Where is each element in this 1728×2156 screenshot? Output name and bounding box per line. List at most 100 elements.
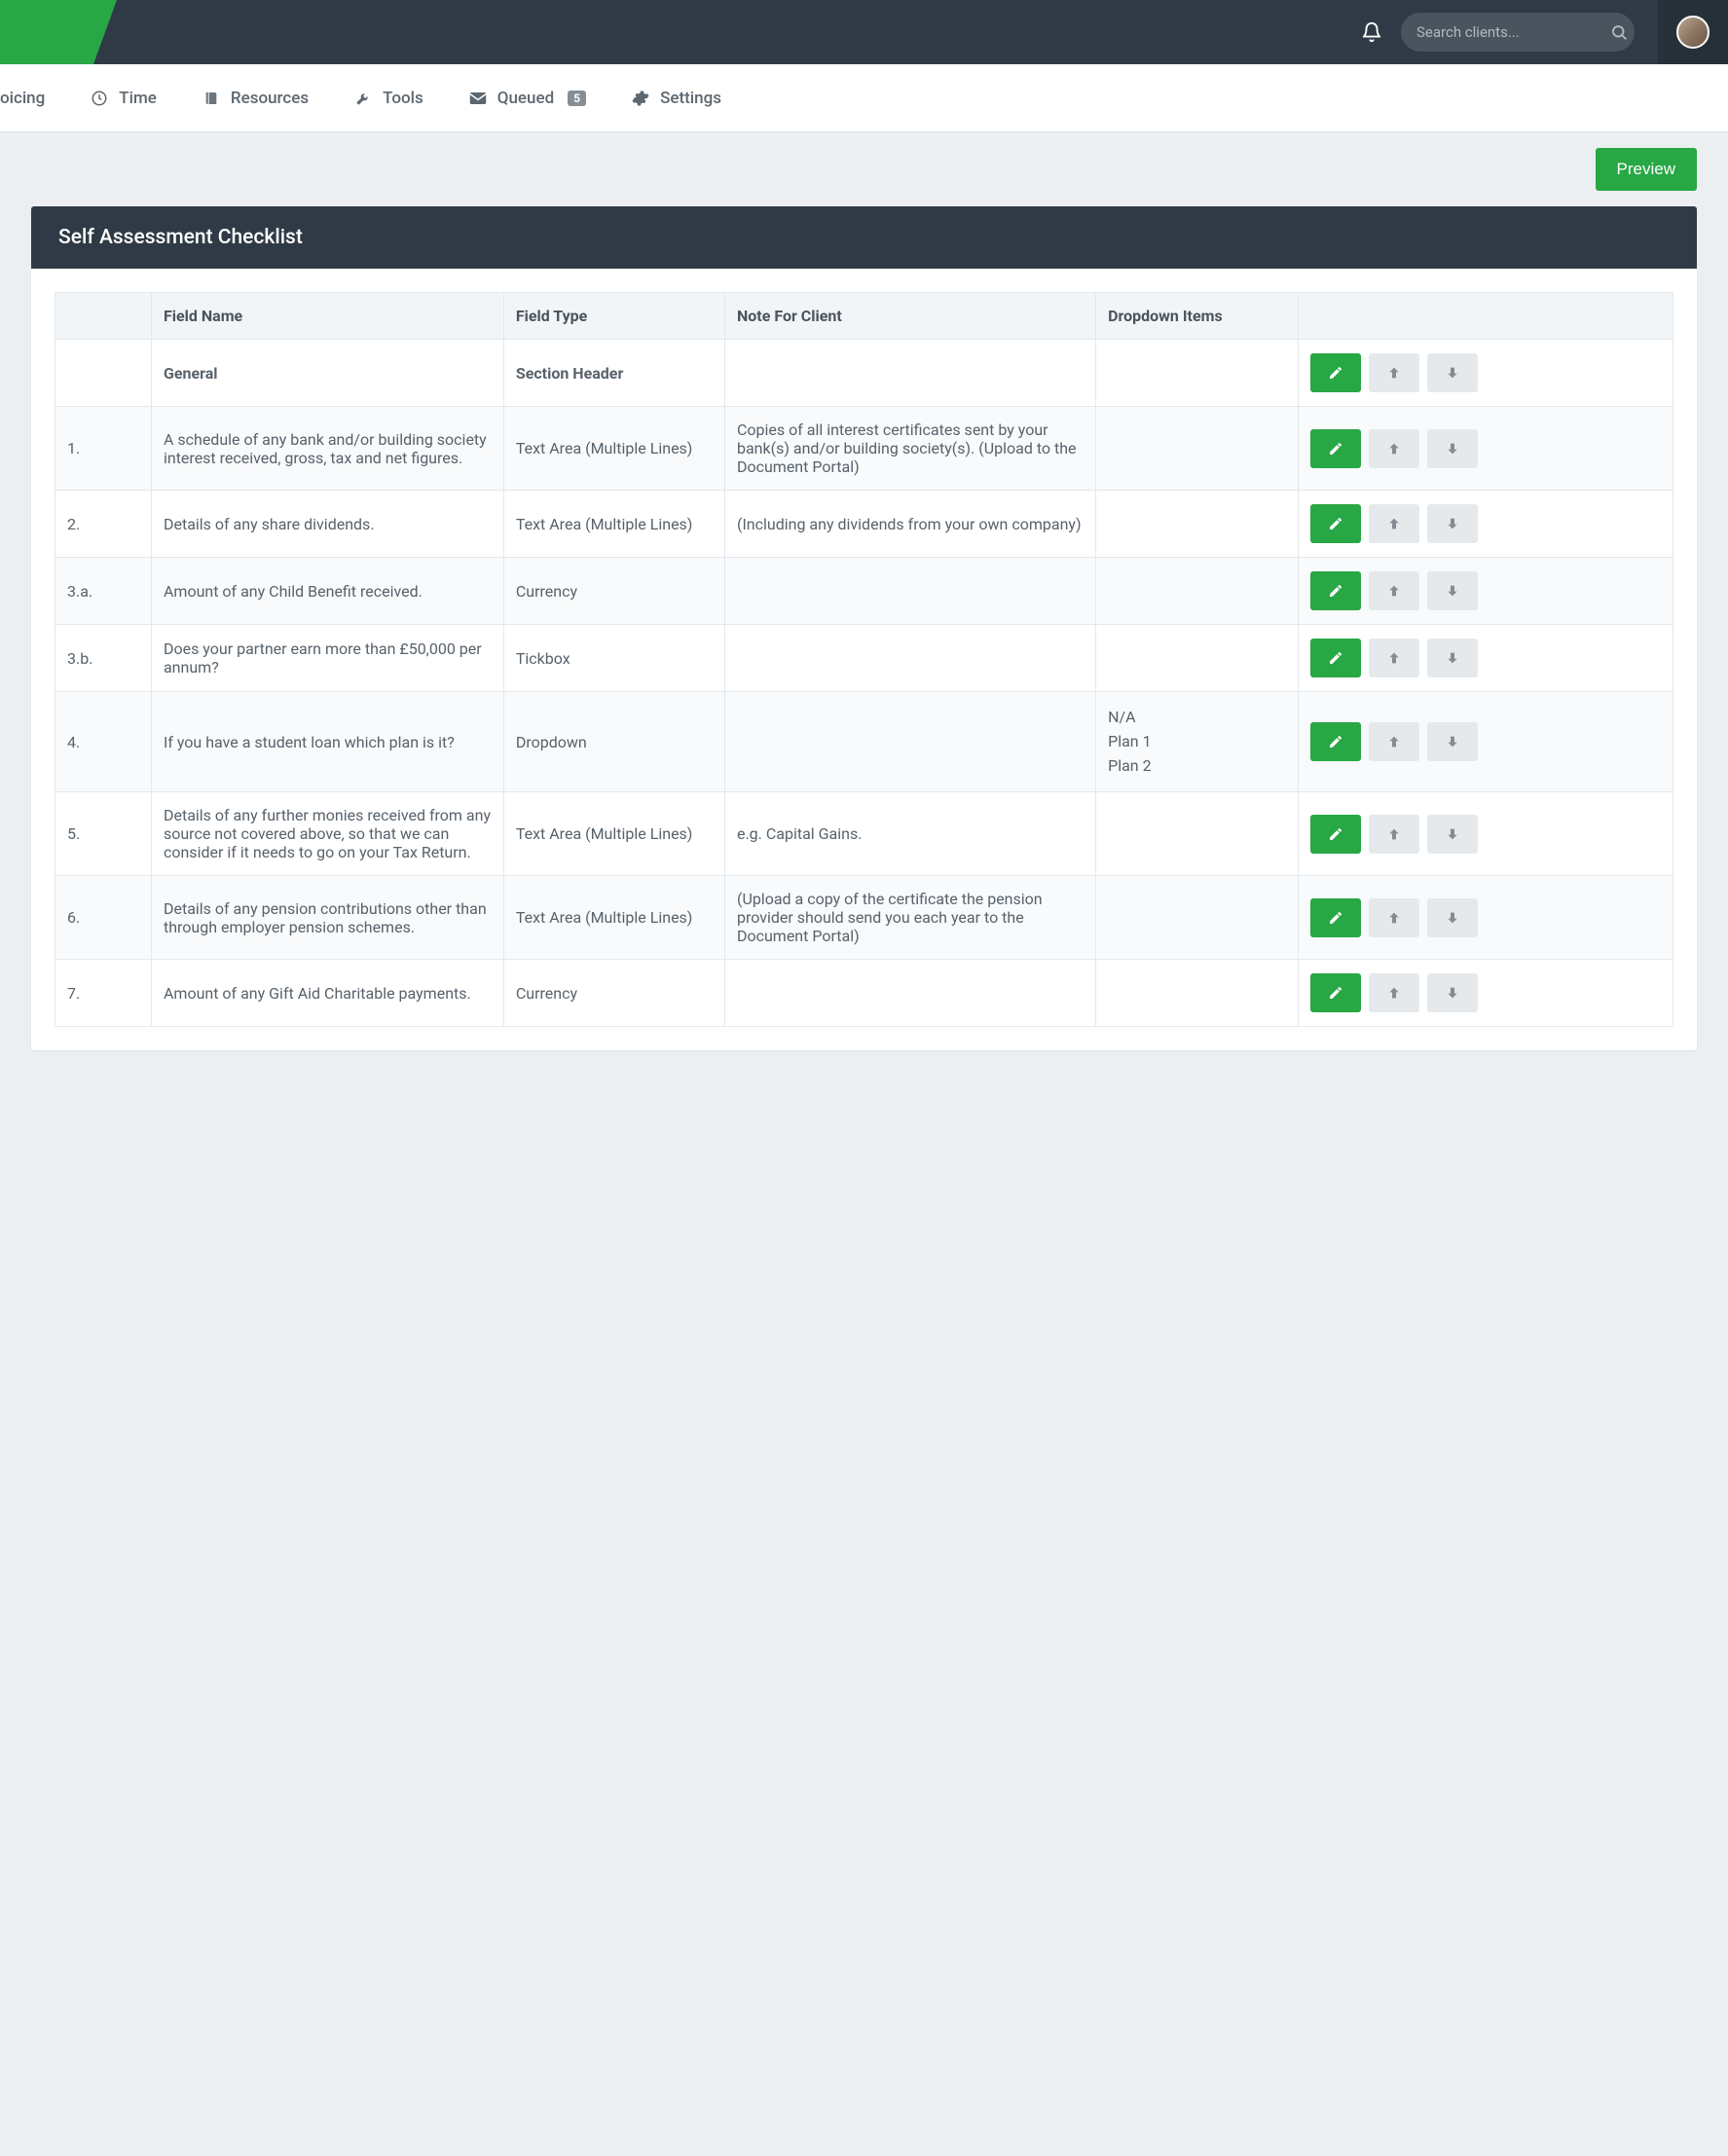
nav-settings[interactable]: Settings: [631, 89, 721, 108]
move-up-button[interactable]: [1369, 973, 1419, 1012]
move-down-button[interactable]: [1427, 722, 1478, 761]
arrow-up-icon: [1386, 516, 1402, 531]
clock-icon: [90, 89, 109, 108]
th-number: [55, 293, 152, 340]
pencil-icon: [1328, 734, 1343, 749]
move-down-button[interactable]: [1427, 429, 1478, 468]
cell-field-type: Text Area (Multiple Lines): [503, 876, 724, 960]
cell-field-type: Currency: [503, 960, 724, 1027]
nav-label: Time: [119, 89, 157, 108]
cell-note: (Including any dividends from your own c…: [724, 491, 1095, 558]
row-actions: [1310, 353, 1661, 392]
cell-note: [724, 340, 1095, 407]
cell-field-name: Does your partner earn more than £50,000…: [151, 625, 503, 692]
arrow-down-icon: [1445, 583, 1460, 599]
cell-field-name: Details of any share dividends.: [151, 491, 503, 558]
move-up-button[interactable]: [1369, 722, 1419, 761]
edit-button[interactable]: [1310, 898, 1361, 937]
pencil-icon: [1328, 826, 1343, 842]
cell-field-type: Tickbox: [503, 625, 724, 692]
preview-button[interactable]: Preview: [1596, 148, 1697, 191]
action-row: Preview: [31, 148, 1697, 191]
move-down-button[interactable]: [1427, 815, 1478, 854]
arrow-down-icon: [1445, 910, 1460, 926]
topbar: [0, 0, 1728, 64]
edit-button[interactable]: [1310, 815, 1361, 854]
move-down-button[interactable]: [1427, 973, 1478, 1012]
edit-button[interactable]: [1310, 639, 1361, 677]
arrow-up-icon: [1386, 985, 1402, 1001]
move-down-button[interactable]: [1427, 898, 1478, 937]
pencil-icon: [1328, 365, 1343, 381]
move-up-button[interactable]: [1369, 815, 1419, 854]
cell-dropdown-items: [1096, 558, 1299, 625]
cell-field-name: Amount of any Child Benefit received.: [151, 558, 503, 625]
row-actions: [1310, 815, 1661, 854]
cell-actions: [1298, 692, 1673, 792]
th-name: Field Name: [151, 293, 503, 340]
notifications-button[interactable]: [1350, 11, 1393, 54]
search-input[interactable]: [1416, 23, 1610, 41]
nav-label: oicing: [0, 89, 45, 108]
table-row: 6.Details of any pension contributions o…: [55, 876, 1673, 960]
nav-tools[interactable]: Tools: [353, 89, 423, 108]
pencil-icon: [1328, 650, 1343, 666]
cell-field-name: Details of any pension contributions oth…: [151, 876, 503, 960]
cell-field-name: A schedule of any bank and/or building s…: [151, 407, 503, 491]
content-area: Preview Self Assessment Checklist Field …: [0, 132, 1728, 1089]
cell-dropdown-items: [1096, 407, 1299, 491]
arrow-down-icon: [1445, 650, 1460, 666]
arrow-up-icon: [1386, 910, 1402, 926]
cell-number: 3.b.: [55, 625, 152, 692]
move-up-button[interactable]: [1369, 429, 1419, 468]
arrow-down-icon: [1445, 985, 1460, 1001]
pencil-icon: [1328, 516, 1343, 531]
queued-count-badge: 5: [568, 91, 586, 106]
move-down-button[interactable]: [1427, 571, 1478, 610]
dropdown-option: Plan 2: [1108, 754, 1286, 779]
cell-dropdown-items: [1096, 625, 1299, 692]
cell-note: [724, 625, 1095, 692]
th-note: Note For Client: [724, 293, 1095, 340]
cell-note: e.g. Capital Gains.: [724, 792, 1095, 876]
pencil-icon: [1328, 441, 1343, 457]
cell-dropdown-items: [1096, 491, 1299, 558]
wrench-icon: [353, 89, 373, 108]
edit-button[interactable]: [1310, 722, 1361, 761]
move-up-button[interactable]: [1369, 504, 1419, 543]
move-up-button[interactable]: [1369, 353, 1419, 392]
nav-time[interactable]: Time: [90, 89, 157, 108]
row-actions: [1310, 504, 1661, 543]
user-menu[interactable]: [1658, 0, 1728, 64]
nav-queued[interactable]: Queued 5: [468, 89, 586, 108]
cell-actions: [1298, 792, 1673, 876]
cell-number: 5.: [55, 792, 152, 876]
table-row: 3.b.Does your partner earn more than £50…: [55, 625, 1673, 692]
edit-button[interactable]: [1310, 973, 1361, 1012]
cell-field-type: Currency: [503, 558, 724, 625]
move-down-button[interactable]: [1427, 353, 1478, 392]
cell-field-name: Amount of any Gift Aid Charitable paymen…: [151, 960, 503, 1027]
move-up-button[interactable]: [1369, 571, 1419, 610]
cell-field-type: Text Area (Multiple Lines): [503, 407, 724, 491]
nav-invoicing[interactable]: oicing: [0, 89, 45, 108]
cell-actions: [1298, 558, 1673, 625]
row-actions: [1310, 639, 1661, 677]
nav-resources[interactable]: Resources: [202, 89, 309, 108]
edit-button[interactable]: [1310, 571, 1361, 610]
arrow-up-icon: [1386, 441, 1402, 457]
nav-label: Tools: [383, 89, 423, 108]
move-down-button[interactable]: [1427, 504, 1478, 543]
search-container[interactable]: [1401, 13, 1635, 52]
cell-field-type: Text Area (Multiple Lines): [503, 491, 724, 558]
arrow-up-icon: [1386, 650, 1402, 666]
cell-actions: [1298, 340, 1673, 407]
cell-field-type: Text Area (Multiple Lines): [503, 792, 724, 876]
move-up-button[interactable]: [1369, 898, 1419, 937]
edit-button[interactable]: [1310, 353, 1361, 392]
move-down-button[interactable]: [1427, 639, 1478, 677]
edit-button[interactable]: [1310, 504, 1361, 543]
edit-button[interactable]: [1310, 429, 1361, 468]
cell-number: 7.: [55, 960, 152, 1027]
move-up-button[interactable]: [1369, 639, 1419, 677]
